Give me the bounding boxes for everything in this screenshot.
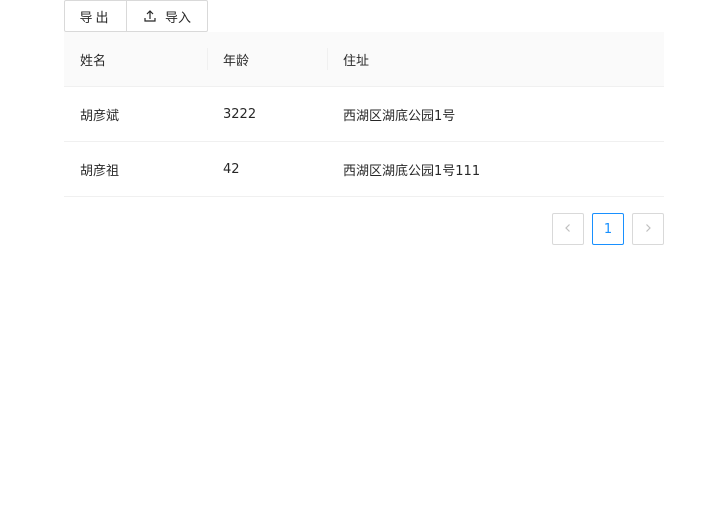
data-table: 姓名 年龄 住址 胡彦斌 3222 西湖区湖底公园1号 胡彦祖 42 西湖区湖底… [64, 32, 664, 197]
page-1-button[interactable]: 1 [592, 213, 624, 245]
column-header-name: 姓名 [80, 53, 107, 69]
cell-address: 西湖区湖底公园1号111 [343, 163, 481, 179]
column-header-age: 年龄 [207, 48, 327, 70]
column-header-address: 住址 [327, 48, 664, 70]
cell-address: 西湖区湖底公园1号 [343, 108, 456, 124]
export-button[interactable]: 导出 [64, 0, 127, 32]
page-number: 1 [603, 221, 613, 237]
table-row: 胡彦斌 3222 西湖区湖底公园1号 [64, 87, 664, 142]
cell-age: 3222 [223, 106, 257, 122]
upload-icon [143, 9, 157, 23]
toolbar: 导出 导入 [64, 0, 208, 32]
table-header: 姓名 年龄 住址 [64, 32, 664, 87]
table-row: 胡彦祖 42 西湖区湖底公园1号111 [64, 142, 664, 197]
chevron-right-icon [643, 222, 653, 237]
cell-age: 42 [223, 161, 240, 177]
import-button[interactable]: 导入 [126, 0, 208, 32]
export-button-label: 导出 [79, 10, 112, 26]
pagination: 1 [552, 213, 664, 245]
import-button-label: 导入 [164, 10, 191, 26]
page: 导出 导入 姓名 年龄 住址 胡彦斌 3222 西湖区湖底公园1号 胡彦祖 42 [0, 0, 728, 515]
prev-page-button[interactable] [552, 213, 584, 245]
chevron-left-icon [563, 222, 573, 237]
cell-name: 胡彦斌 [80, 108, 120, 124]
next-page-button[interactable] [632, 213, 664, 245]
cell-name: 胡彦祖 [80, 163, 120, 179]
